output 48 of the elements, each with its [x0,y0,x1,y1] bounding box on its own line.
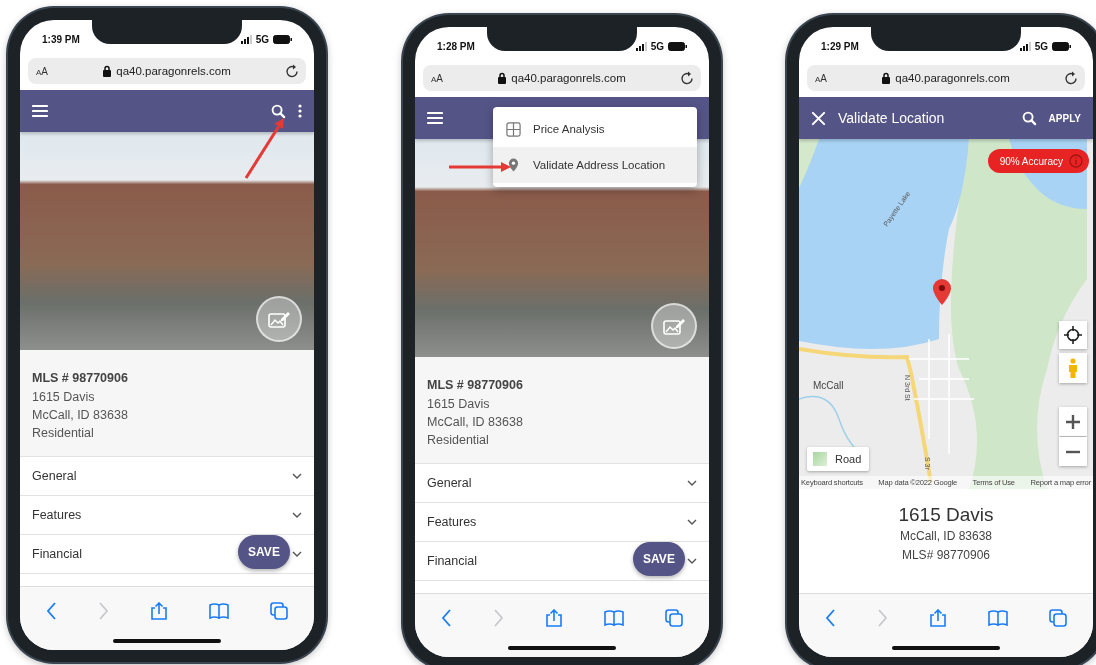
map-type-label: Road [835,453,862,465]
text-size-button[interactable]: AA [36,65,48,77]
accordion-label: Financial [427,554,478,568]
street-address: 1615 Davis [32,389,96,406]
accuracy-text: 90% Accuracy [999,155,1063,167]
accordion-label: General [32,469,77,483]
menu-item-label: Price Analysis [533,123,605,135]
menu-item[interactable]: Price Analysis [493,111,697,147]
property-type: Residential [427,432,490,449]
address-bar[interactable]: AA qa40.paragonrels.com [423,65,701,91]
url-text: qa40.paragonrels.com [895,72,1010,84]
status-time: 1:28 PM [437,40,475,52]
menu-item[interactable]: Validate Address Location [493,147,697,183]
accordion-row[interactable]: General [20,457,314,496]
text-size-button[interactable]: AA [431,72,443,84]
accordion-row[interactable]: Features [415,503,709,542]
street-address: 1615 Davis [427,396,491,413]
address-bar[interactable]: AA qa40.paragonrels.com [807,65,1085,91]
network-label: 5G [255,33,269,45]
url-text: qa40.paragonrels.com [511,72,626,84]
mls-number: MLS # 98770906 [32,370,129,387]
card-city: McCall, ID 83638 [899,528,992,545]
network-label: 5G [1034,40,1048,52]
map-type-button[interactable]: Road [807,447,870,471]
card-street: 1615 Davis [898,503,994,527]
text-size-button[interactable]: AA [815,72,827,84]
accordion-label: Features [427,515,477,529]
address-bar[interactable]: AA qa40.paragonrels.com [28,58,306,84]
property-type: Residential [32,425,95,442]
apply-button[interactable]: APPLY [1048,112,1081,124]
app-bar-title: Validate Location [838,110,946,126]
accordion-label: General [427,476,472,490]
url-text: qa40.paragonrels.com [116,65,231,77]
network-label: 5G [650,40,664,52]
status-time: 1:39 PM [42,33,80,45]
map-label: McCall [813,380,844,391]
card-mls: MLS# 98770906 [901,547,991,564]
status-time: 1:29 PM [821,40,859,52]
accordion-label: Features [32,508,82,522]
save-button[interactable]: SAVE [633,542,685,576]
accordion-row[interactable]: Features [20,496,314,535]
menu-item-label: Validate Address Location [533,159,666,171]
city-state-zip: McCall, ID 83638 [32,407,129,424]
city-state-zip: McCall, ID 83638 [427,414,524,431]
save-button[interactable]: SAVE [238,535,290,569]
mls-number: MLS # 98770906 [427,377,524,394]
accordion-label: Financial [32,547,83,561]
accordion-row[interactable]: General [415,464,709,503]
